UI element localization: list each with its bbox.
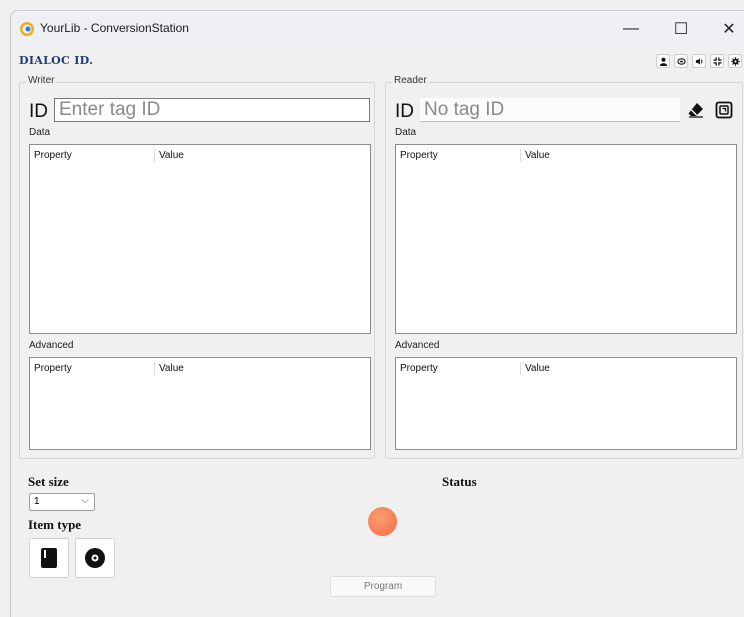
set-size-value: 1 <box>34 496 40 507</box>
eraser-icon[interactable] <box>686 100 706 120</box>
chevron-down-icon: ⌵ <box>81 495 89 506</box>
column-header-property[interactable]: Property <box>34 363 72 374</box>
reader-id-label: ID <box>395 101 414 122</box>
reader-group: Reader ID Data Property Value Advanced P… <box>385 75 743 459</box>
column-divider <box>520 362 521 375</box>
reader-advanced-label: Advanced <box>395 340 440 351</box>
writer-advanced-table[interactable]: Property Value <box>29 357 371 450</box>
status-label: Status <box>442 474 477 489</box>
writer-title: Writer <box>26 75 57 86</box>
user-icon[interactable] <box>656 54 670 68</box>
column-header-value[interactable]: Value <box>525 150 550 161</box>
column-divider <box>154 362 155 375</box>
writer-id-label: ID <box>29 101 48 122</box>
minimize-button[interactable]: — <box>608 11 654 47</box>
writer-group: Writer ID Data Property Value Advanced P… <box>19 75 375 459</box>
close-button[interactable]: ✕ <box>706 11 744 47</box>
table-header: Property Value <box>30 358 370 378</box>
gear-icon[interactable] <box>728 54 742 68</box>
writer-data-table[interactable]: Property Value <box>29 144 371 334</box>
status-indicator <box>368 507 397 536</box>
reader-data-label: Data <box>395 127 417 138</box>
table-header: Property Value <box>396 145 736 165</box>
column-divider <box>154 149 155 162</box>
table-header: Property Value <box>30 145 370 165</box>
window-title: YourLib - ConversionStation <box>40 21 189 35</box>
writer-advanced-label: Advanced <box>29 340 74 351</box>
writer-data-label: Data <box>29 127 51 138</box>
maximize-button[interactable]: ☐ <box>658 11 704 47</box>
brand-logo: DIALOC ID. <box>19 54 94 67</box>
column-header-value[interactable]: Value <box>159 150 184 161</box>
table-header: Property Value <box>396 358 736 378</box>
item-type-label: Item type <box>28 517 82 532</box>
reader-data-table[interactable]: Property Value <box>395 144 737 334</box>
set-size-label: Set size <box>28 474 69 489</box>
column-header-property[interactable]: Property <box>400 363 438 374</box>
title-bar: YourLib - ConversionStation — ☐ ✕ <box>11 11 744 47</box>
book-icon[interactable] <box>29 538 69 578</box>
scan-icon[interactable] <box>714 100 734 120</box>
set-size-select[interactable]: 1 ⌵ <box>29 493 95 511</box>
reader-id-input[interactable] <box>420 98 680 122</box>
column-header-value[interactable]: Value <box>525 363 550 374</box>
column-divider <box>520 149 521 162</box>
disc-icon[interactable] <box>75 538 115 578</box>
writer-id-input[interactable] <box>54 98 370 122</box>
column-header-property[interactable]: Property <box>400 150 438 161</box>
reader-title: Reader <box>392 75 429 86</box>
toolbar <box>656 54 742 68</box>
reader-advanced-table[interactable]: Property Value <box>395 357 737 450</box>
layers-icon[interactable] <box>674 54 688 68</box>
column-header-value[interactable]: Value <box>159 363 184 374</box>
sound-icon[interactable] <box>692 54 706 68</box>
app-window: YourLib - ConversionStation — ☐ ✕ DIALOC… <box>10 10 744 617</box>
compress-icon[interactable] <box>710 54 724 68</box>
column-header-property[interactable]: Property <box>34 150 72 161</box>
program-button[interactable]: Program <box>330 576 436 597</box>
app-icon <box>20 22 34 36</box>
